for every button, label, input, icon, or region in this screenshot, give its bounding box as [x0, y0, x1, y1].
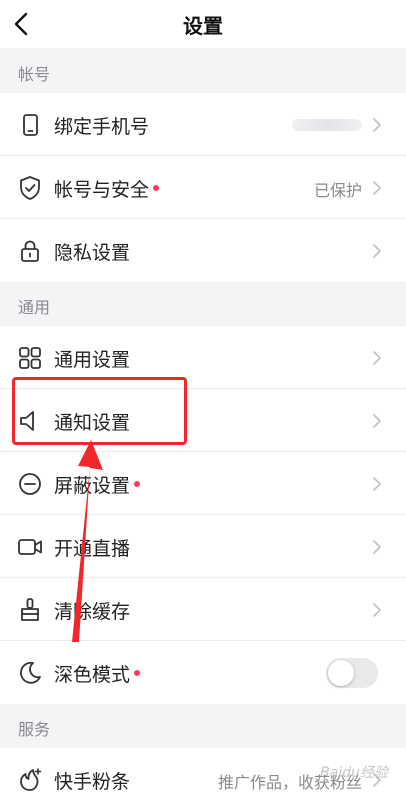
- page-title: 设置: [183, 14, 223, 38]
- chevron-right-icon: [373, 351, 381, 365]
- chevron-right-icon: [373, 118, 381, 132]
- chevron-right-icon: [373, 540, 381, 554]
- nav-header: 设置: [0, 0, 406, 48]
- annotation-highlight-box: [12, 377, 187, 445]
- setting-row-bind-phone[interactable]: 绑定手机号: [0, 93, 406, 156]
- notification-dot: [134, 480, 141, 487]
- block-icon: [19, 473, 41, 495]
- masked-phone-value: [292, 119, 362, 131]
- chevron-right-icon: [373, 603, 381, 617]
- section-label-account: 帐号: [18, 65, 51, 84]
- section-label-services: 服务: [18, 720, 51, 739]
- watermark-text: Baidu经验: [320, 765, 388, 781]
- setting-label: 屏蔽设置: [54, 471, 141, 498]
- chevron-right-icon: [373, 477, 381, 491]
- section-label-general: 通用: [18, 298, 51, 317]
- fan-boost-icon: [20, 768, 42, 791]
- setting-row-account-security[interactable]: 帐号与安全 已保护: [0, 156, 406, 219]
- setting-label: 开通直播: [54, 538, 131, 560]
- setting-row-dark-mode: 深色模式: [0, 641, 406, 704]
- setting-value: 已保护: [313, 181, 362, 200]
- broom-icon: [21, 598, 39, 621]
- video-icon: [18, 539, 42, 555]
- notification-dot: [134, 669, 141, 676]
- setting-label: 深色模式: [54, 660, 141, 687]
- grid-icon: [19, 347, 41, 369]
- toggle-knob: [328, 660, 354, 686]
- dark-mode-toggle[interactable]: [326, 658, 378, 688]
- setting-row-privacy[interactable]: 隐私设置: [0, 219, 406, 282]
- setting-label: 隐私设置: [54, 242, 131, 264]
- setting-row-block[interactable]: 屏蔽设置: [0, 452, 406, 515]
- moon-icon: [20, 661, 41, 684]
- setting-row-clear-cache[interactable]: 清除缓存: [0, 578, 406, 641]
- notification-dot: [153, 184, 160, 191]
- chevron-right-icon: [373, 414, 381, 428]
- chevron-right-icon: [373, 244, 381, 258]
- setting-label: 通用设置: [54, 349, 131, 371]
- setting-label: 绑定手机号: [54, 116, 150, 138]
- setting-label: 帐号与安全: [54, 175, 160, 202]
- lock-icon: [21, 240, 39, 262]
- account-group: 绑定手机号 帐号与安全 已保护 隐私设置: [0, 93, 406, 282]
- setting-label: 清除缓存: [54, 601, 131, 623]
- setting-row-live[interactable]: 开通直播: [0, 515, 406, 578]
- phone-icon: [23, 114, 38, 136]
- chevron-right-icon: [373, 181, 381, 195]
- setting-label: 快手粉条: [54, 771, 131, 793]
- shield-icon: [20, 176, 40, 200]
